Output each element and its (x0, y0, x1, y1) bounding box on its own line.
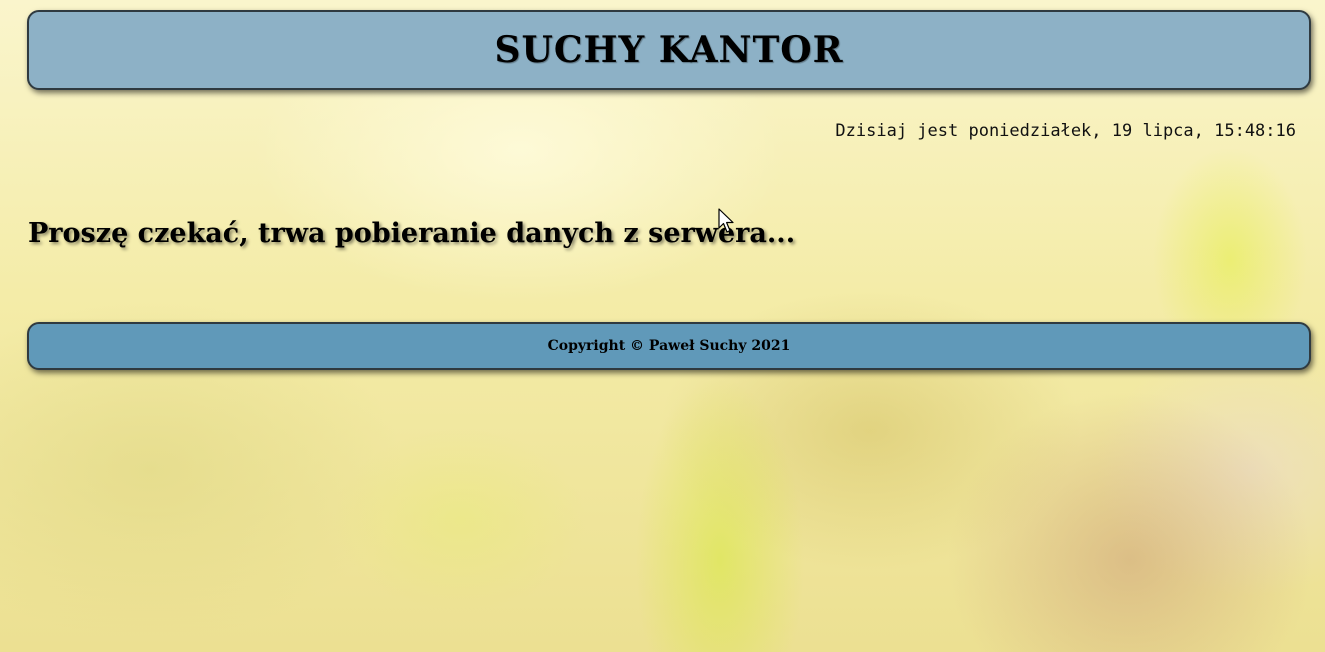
mouse-cursor-icon (718, 208, 734, 233)
copyright-text: Copyright © Paweł Suchy 2021 (547, 338, 791, 354)
loading-message: Proszę czekać, trwa pobieranie danych z … (28, 218, 796, 249)
current-date-time: Dzisiaj jest poniedziałek, 19 lipca, 15:… (835, 121, 1296, 141)
page-footer: Copyright © Paweł Suchy 2021 (27, 322, 1311, 370)
site-title: SUCHY KANTOR (494, 29, 844, 71)
page-header: SUCHY KANTOR (27, 10, 1311, 90)
